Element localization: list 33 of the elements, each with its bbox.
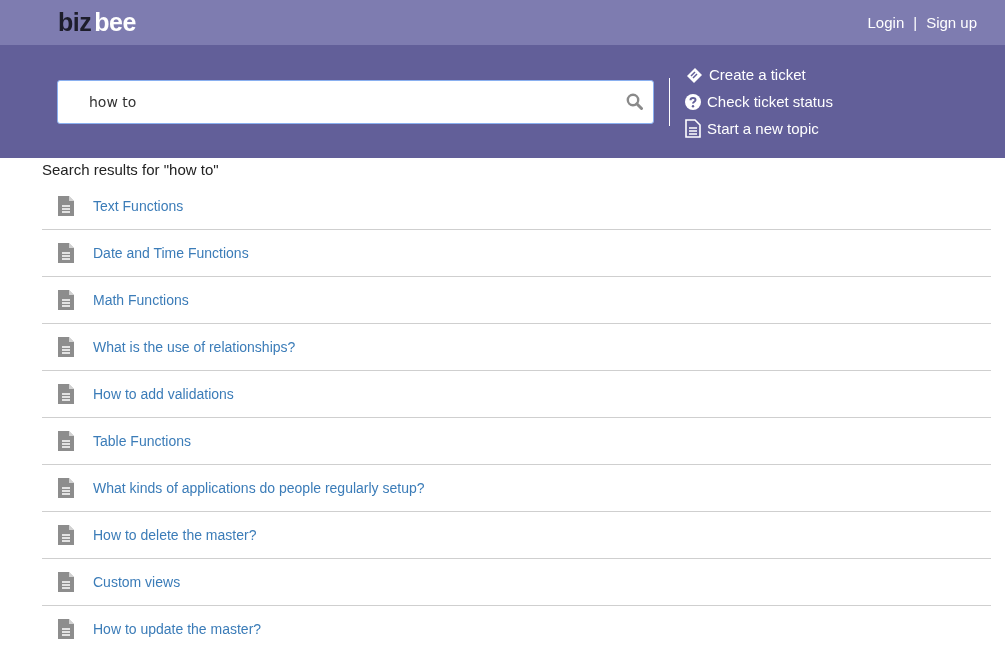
login-link[interactable]: Login xyxy=(867,14,905,31)
document-icon xyxy=(58,572,74,592)
document-icon xyxy=(58,196,74,216)
result-link[interactable]: Date and Time Functions xyxy=(93,245,249,261)
action-link[interactable]: Create a ticket xyxy=(685,64,833,85)
result-link[interactable]: Custom views xyxy=(93,574,181,590)
result-link[interactable]: What is the use of relationships? xyxy=(93,339,296,355)
document-icon xyxy=(58,243,74,263)
results-heading: Search results for "how to" xyxy=(42,161,220,180)
document-icon xyxy=(58,525,74,545)
document-icon xyxy=(58,337,74,357)
signup-link[interactable]: Sign up xyxy=(926,14,977,31)
search-field[interactable]: how to xyxy=(57,79,654,124)
result-link[interactable]: Text Functions xyxy=(93,198,184,214)
ticket-icon xyxy=(685,66,703,83)
result-link[interactable]: How to delete the master? xyxy=(93,527,257,543)
action-link[interactable]: Check ticket status xyxy=(685,91,833,112)
separator: | xyxy=(913,14,918,31)
result-link[interactable]: How to add validations xyxy=(93,386,234,402)
action-link[interactable]: Start a new topic xyxy=(685,118,833,139)
question-icon xyxy=(685,93,701,110)
document-icon xyxy=(58,619,74,639)
document-icon xyxy=(58,478,74,498)
document-icon xyxy=(58,431,74,451)
search-icon[interactable] xyxy=(626,92,643,110)
result-link[interactable]: Table Functions xyxy=(93,433,192,449)
result-link[interactable]: Math Functions xyxy=(93,292,189,308)
document-icon xyxy=(685,119,701,138)
result-link[interactable]: How to update the master? xyxy=(93,621,262,637)
logo[interactable]: bizbee xyxy=(58,8,136,37)
document-icon xyxy=(58,290,74,310)
result-link[interactable]: What kinds of applications do people regularly setup? xyxy=(93,480,425,496)
document-icon xyxy=(58,384,74,404)
